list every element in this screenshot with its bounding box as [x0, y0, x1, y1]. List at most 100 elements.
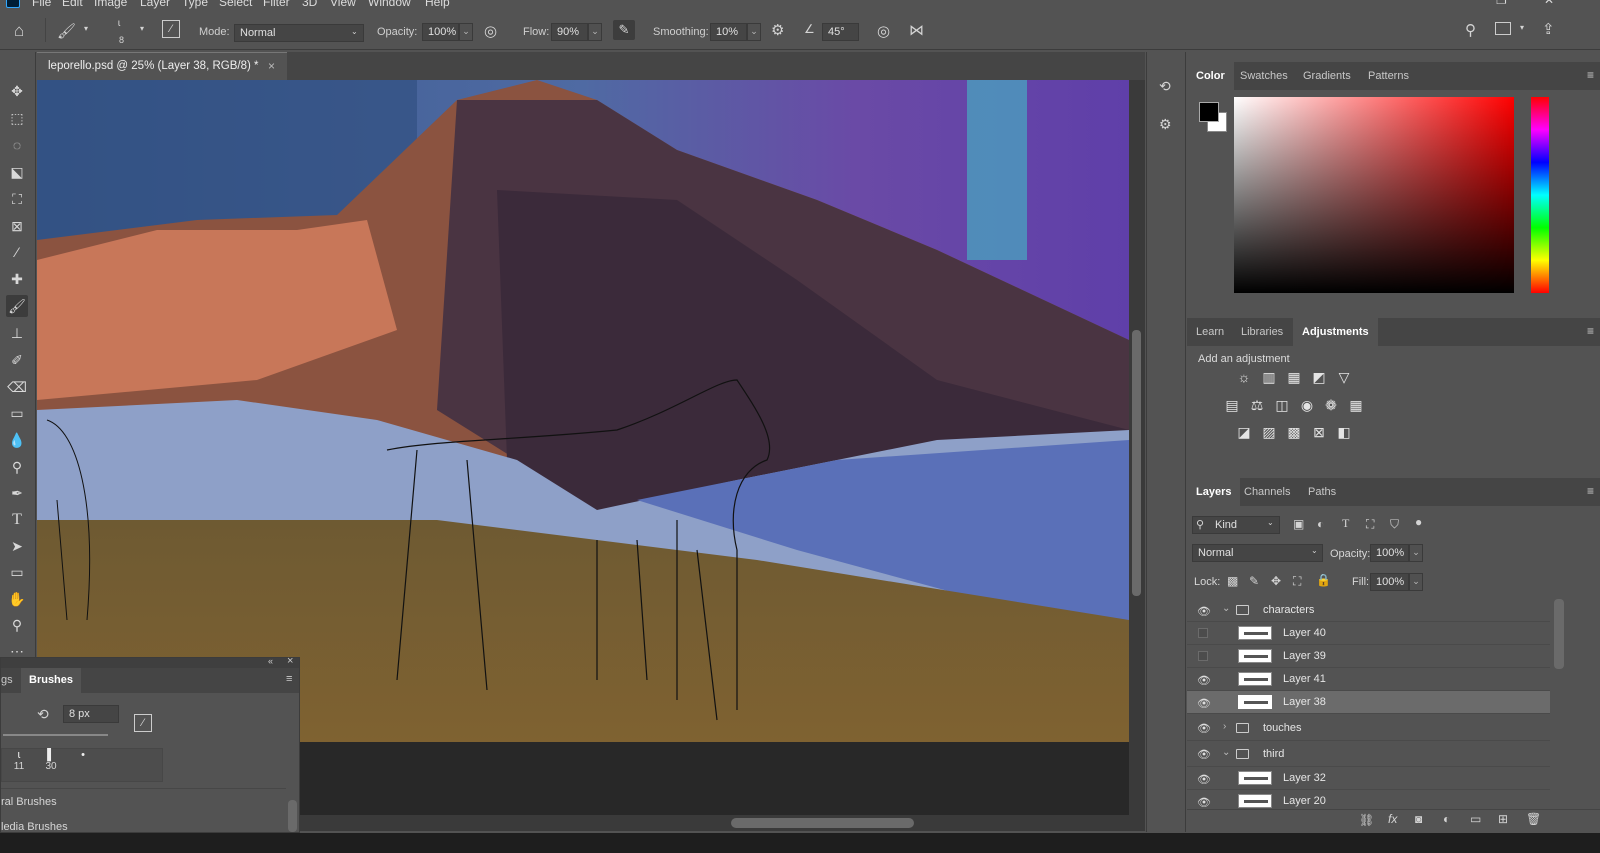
tab-gradients[interactable]: Gradients	[1294, 62, 1360, 90]
lock-position-icon[interactable]: ✥	[1271, 574, 1281, 588]
tab-color[interactable]: Color	[1187, 62, 1234, 90]
lock-transparent-icon[interactable]: ▩	[1227, 574, 1238, 588]
brush-group[interactable]: ral Brushes	[1, 788, 286, 814]
opacity-input[interactable]: 100%	[422, 23, 459, 41]
panel-menu-icon[interactable]: ≡	[1587, 324, 1594, 338]
collapse-panel-icon[interactable]: «	[268, 656, 273, 666]
chevron-down-icon[interactable]: ⌄	[1222, 747, 1230, 758]
filter-adjustment-icon[interactable]: ◐	[1317, 517, 1324, 531]
filter-type-icon[interactable]: T	[1342, 516, 1349, 531]
gradient-map-icon[interactable]: ⊠	[1309, 424, 1329, 441]
lock-artboard-icon[interactable]: ⛶	[1293, 574, 1301, 589]
symmetry-butterfly-icon[interactable]: ⋈	[909, 21, 924, 39]
panel-menu-icon[interactable]: ≡	[286, 673, 292, 685]
frame-tool-icon[interactable]: ⊠	[6, 215, 28, 237]
gradient-tool-icon[interactable]: ▭	[6, 402, 28, 424]
mode-select[interactable]: Normal	[234, 24, 364, 42]
pressure-opacity-icon[interactable]: ◎	[484, 22, 497, 40]
visibility-eye-icon[interactable]: 👁	[1197, 674, 1211, 687]
layer-row[interactable]: 👁 Layer 41	[1187, 668, 1550, 691]
pen-tool-icon[interactable]: ✒	[6, 482, 28, 504]
tab-swatches[interactable]: Swatches	[1231, 62, 1297, 90]
window-close-icon[interactable]: ✕	[1544, 0, 1554, 7]
layer-row-selected[interactable]: 👁 Layer 38	[1187, 691, 1550, 714]
brightness-icon[interactable]: ☼	[1234, 369, 1254, 385]
chevron-down-icon[interactable]: ⌄	[1222, 603, 1230, 614]
type-tool-icon[interactable]: T	[6, 509, 28, 531]
zoom-tool-icon[interactable]: ⚲	[6, 614, 28, 636]
filter-toggle-icon[interactable]: ●	[1415, 515, 1422, 529]
history-brush-tool-icon[interactable]: ✐	[6, 349, 28, 371]
rectangle-tool-icon[interactable]: ▭	[6, 561, 28, 583]
exposure-icon[interactable]: ◩	[1309, 369, 1329, 386]
menu-3d[interactable]: 3D	[302, 0, 317, 9]
smoothing-input[interactable]: 10%	[710, 23, 747, 41]
levels-icon[interactable]: ▥	[1259, 369, 1279, 386]
tab-paths[interactable]: Paths	[1299, 478, 1345, 506]
layer-row[interactable]: Layer 40	[1187, 622, 1550, 645]
menu-view[interactable]: View	[330, 0, 356, 9]
close-tab-icon[interactable]: ×	[268, 59, 275, 73]
path-select-tool-icon[interactable]: ➤	[6, 535, 28, 557]
close-icon[interactable]: ×	[287, 655, 293, 667]
pressure-size-icon[interactable]: ◎	[877, 22, 890, 40]
object-select-tool-icon[interactable]: ⬕	[6, 161, 28, 183]
share-icon[interactable]: ⇪	[1542, 20, 1555, 38]
visibility-eye-icon[interactable]: 👁	[1197, 773, 1211, 786]
chevron-down-icon[interactable]: ⌄	[747, 23, 761, 41]
brush-preset[interactable]: ▌ 30	[36, 749, 66, 781]
photo-filter-icon[interactable]: ◉	[1297, 397, 1317, 414]
scrollbar-thumb[interactable]	[731, 818, 914, 828]
blend-mode-select[interactable]: Normal	[1192, 544, 1323, 562]
filter-shape-icon[interactable]: ⛶	[1366, 517, 1374, 532]
menu-file[interactable]: File	[32, 0, 51, 9]
stamp-tool-icon[interactable]: ⊥	[6, 322, 28, 344]
brush-group[interactable]: ledia Brushes	[1, 815, 286, 833]
brush-preview-icon[interactable]: ɩ	[118, 18, 120, 29]
menu-help[interactable]: Help	[425, 0, 450, 9]
brush-size-input[interactable]: 8 px	[63, 705, 119, 723]
channel-mixer-icon[interactable]: ❁	[1321, 397, 1341, 414]
color-lookup-icon[interactable]: ▦	[1346, 397, 1366, 414]
chevron-down-icon[interactable]: ▾	[84, 24, 88, 33]
tab-brush-settings[interactable]: gs	[1, 674, 13, 686]
menu-edit[interactable]: Edit	[62, 0, 83, 9]
layer-row[interactable]: Layer 39	[1187, 645, 1550, 668]
blur-tool-icon[interactable]: 💧	[6, 429, 28, 451]
marquee-tool-icon[interactable]: ⬚	[6, 107, 28, 129]
lasso-tool-icon[interactable]: ◌	[6, 134, 28, 156]
vibrance-icon[interactable]: ▽	[1334, 369, 1354, 386]
tab-libraries[interactable]: Libraries	[1232, 318, 1292, 346]
posterize-icon[interactable]: ▨	[1259, 424, 1279, 441]
menu-type[interactable]: Type	[182, 0, 208, 9]
tab-learn[interactable]: Learn	[1187, 318, 1233, 346]
menu-select[interactable]: Select	[219, 0, 252, 9]
tab-channels[interactable]: Channels	[1235, 478, 1299, 506]
tab-layers[interactable]: Layers	[1187, 478, 1241, 506]
layer-row[interactable]: 👁 Layer 20	[1187, 790, 1550, 809]
eyedropper-tool-icon[interactable]: ⁄	[6, 241, 28, 263]
eraser-tool-icon[interactable]: ⌫	[6, 376, 28, 398]
panel-menu-icon[interactable]: ≡	[1587, 68, 1594, 82]
adjustment-layer-icon[interactable]: ◐	[1443, 812, 1450, 826]
selective-color-icon[interactable]: ◧	[1334, 424, 1354, 441]
layer-row[interactable]: 👁 ⌄ third	[1187, 741, 1550, 767]
chevron-down-icon[interactable]: ▾	[1520, 23, 1524, 32]
home-icon[interactable]: ⌂	[14, 21, 24, 41]
delete-layer-icon[interactable]: 🗑	[1526, 812, 1541, 826]
menu-layer[interactable]: Layer	[140, 0, 170, 9]
flow-input[interactable]: 90%	[551, 23, 588, 41]
angle-input[interactable]: 45°	[822, 23, 859, 41]
document-tab[interactable]: leporello.psd @ 25% (Layer 38, RGB/8) * …	[37, 52, 287, 80]
layer-row[interactable]: 👁 ⌄ characters	[1187, 599, 1550, 622]
properties-panel-icon[interactable]: ⚙	[1159, 116, 1172, 133]
visibility-eye-icon[interactable]: 👁	[1197, 748, 1211, 761]
menu-image[interactable]: Image	[94, 0, 127, 9]
black-white-icon[interactable]: ◫	[1272, 397, 1292, 414]
scrollbar-thumb[interactable]	[1132, 330, 1141, 596]
hue-slider[interactable]	[1531, 97, 1549, 293]
visibility-eye-icon[interactable]: 👁	[1197, 697, 1211, 710]
brushes-scrollbar-thumb[interactable]	[288, 800, 297, 832]
move-tool-icon[interactable]: ✥	[6, 80, 28, 102]
brush-settings-toggle-icon[interactable]: ⁄	[162, 20, 180, 38]
